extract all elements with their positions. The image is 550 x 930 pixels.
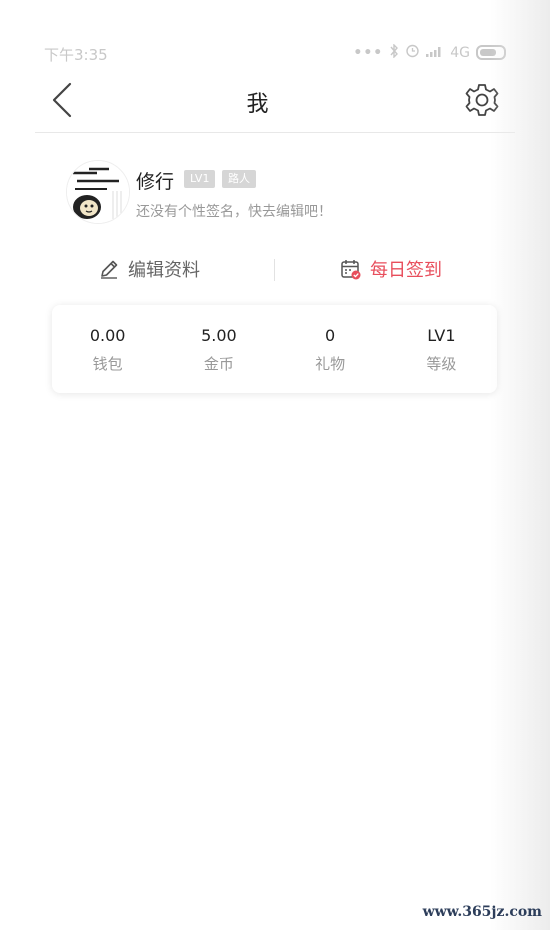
network-type: 4G	[450, 44, 470, 61]
edge-shadow	[490, 0, 550, 930]
pencil-icon	[101, 260, 118, 279]
stat-gifts[interactable]: 0 礼物	[275, 305, 386, 393]
header: 我	[0, 72, 515, 132]
signal-icon	[426, 45, 444, 61]
stat-value: 0.00	[89, 326, 126, 345]
actions-divider	[274, 259, 275, 281]
settings-button[interactable]	[463, 81, 501, 119]
status-time: 下午3:35	[44, 46, 108, 64]
page-title: 我	[246, 92, 269, 117]
watermark: www.365jz.com	[422, 904, 542, 920]
username: 修行	[136, 171, 175, 193]
stat-label: 礼物	[315, 355, 346, 373]
stat-label: 等级	[426, 355, 457, 373]
status-bar: 下午3:35 ••• 4G	[0, 0, 550, 70]
stat-label: 金币	[203, 355, 234, 373]
stat-level[interactable]: LV1 等级	[386, 305, 497, 393]
header-divider	[35, 132, 515, 133]
stat-value: 5.00	[201, 326, 237, 345]
stat-value: LV1	[427, 326, 456, 345]
signature[interactable]: 还没有个性签名，快去编辑吧！	[136, 201, 332, 221]
edit-profile-label: 编辑资料	[128, 260, 200, 281]
daily-checkin-button[interactable]: 每日签到	[340, 256, 442, 282]
gear-icon	[465, 84, 499, 116]
daily-checkin-label: 每日签到	[370, 260, 442, 281]
title-badge: 路人	[222, 170, 256, 188]
avatar[interactable]	[66, 160, 130, 224]
stat-wallet[interactable]: 0.00 钱包	[52, 305, 163, 393]
stat-label: 钱包	[92, 355, 123, 373]
stat-value: 0	[325, 326, 336, 345]
more-dots-icon: •••	[353, 44, 384, 61]
avatar-image	[67, 161, 129, 223]
alarm-icon	[405, 43, 420, 62]
profile-actions: 编辑资料 每日签到	[0, 250, 550, 290]
bluetooth-icon	[389, 42, 399, 62]
status-icons: ••• 4G	[353, 42, 506, 62]
stats-card: 0.00 钱包 5.00 金币 0 礼物 LV1 等级	[52, 305, 497, 393]
stat-coins[interactable]: 5.00 金币	[163, 305, 274, 393]
battery-icon	[476, 45, 506, 60]
edit-profile-button[interactable]: 编辑资料	[98, 256, 200, 282]
level-badge: LV1	[184, 170, 216, 188]
calendar-check-icon	[341, 260, 361, 280]
